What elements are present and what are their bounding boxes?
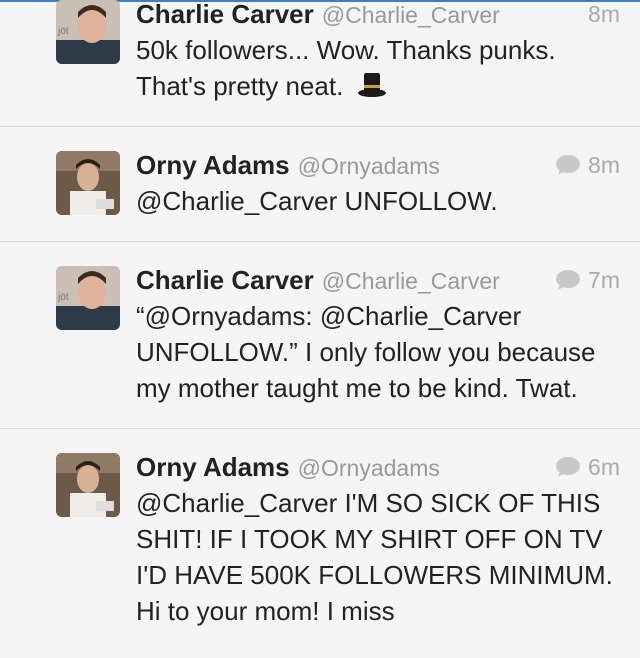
charlie-carver-avatar-icon: jöt bbox=[56, 0, 120, 64]
tweet-text: 50k followers... Wow. Thanks punks. That… bbox=[136, 32, 620, 104]
reply-bubble-icon bbox=[556, 155, 581, 175]
avatar-watermark: jöt bbox=[57, 26, 69, 37]
tweet-header: Charlie Carver @Charlie_Carver 8m bbox=[136, 0, 620, 30]
avatar[interactable]: jöt bbox=[56, 266, 120, 330]
tweet-item[interactable]: Orny Adams @Ornyadams 8m @Charlie_Carver … bbox=[0, 127, 640, 242]
charlie-carver-avatar-icon: jöt bbox=[56, 266, 120, 330]
reply-bubble-icon bbox=[556, 457, 581, 477]
tweet-meta: 6m bbox=[554, 451, 620, 483]
tweet-item[interactable]: Orny Adams @Ornyadams 6m @Charlie_Carver … bbox=[0, 429, 640, 651]
tweet-timeline[interactable]: jöt Charlie Carver @Charlie_Carver 8m 50k… bbox=[0, 0, 640, 651]
timestamp: 6m bbox=[588, 454, 620, 480]
timestamp: 8m bbox=[588, 1, 620, 27]
avatar[interactable] bbox=[56, 453, 120, 517]
timestamp: 7m bbox=[588, 267, 620, 293]
avatar-watermark: jöt bbox=[57, 292, 69, 303]
tweet-header: Charlie Carver @Charlie_Carver 7m bbox=[136, 264, 620, 296]
author-name[interactable]: Orny Adams bbox=[136, 452, 290, 482]
author-name[interactable]: Charlie Carver bbox=[136, 265, 314, 295]
author-name[interactable]: Orny Adams bbox=[136, 150, 290, 180]
tweet-meta: 7m bbox=[554, 264, 620, 296]
author-handle[interactable]: @Charlie_Carver bbox=[322, 2, 500, 28]
orny-adams-avatar-icon bbox=[56, 453, 120, 517]
avatar[interactable]: jöt bbox=[56, 0, 120, 64]
tweet-text: @Charlie_Carver UNFOLLOW. bbox=[136, 186, 498, 216]
author-handle[interactable]: @Ornyadams bbox=[298, 455, 440, 481]
tweet-text: @Charlie_Carver I'M SO SICK OF THIS SHIT… bbox=[136, 488, 613, 626]
avatar[interactable] bbox=[56, 151, 120, 215]
reply-bubble-icon bbox=[556, 270, 581, 290]
author-handle[interactable]: @Charlie_Carver bbox=[322, 268, 500, 294]
orny-adams-avatar-icon bbox=[56, 151, 120, 215]
top-hat-icon bbox=[357, 73, 386, 97]
tweet-body: 50k followers... Wow. Thanks punks. That… bbox=[136, 35, 556, 101]
tweet-item[interactable]: jöt Charlie Carver @Charlie_Carver 8m 50k… bbox=[0, 0, 640, 127]
tweet-meta: 8m bbox=[554, 149, 620, 181]
author-name[interactable]: Charlie Carver bbox=[136, 0, 314, 29]
author-handle[interactable]: @Ornyadams bbox=[298, 153, 440, 179]
tweet-header: Orny Adams @Ornyadams 8m bbox=[136, 149, 620, 181]
tweet-header: Orny Adams @Ornyadams 6m bbox=[136, 451, 620, 483]
tweet-meta: 8m bbox=[588, 0, 620, 30]
tweet-item[interactable]: jöt Charlie Carver @Charlie_Carver 7m “@O… bbox=[0, 242, 640, 429]
tweet-text: “@Ornyadams: @Charlie_Carver UNFOLLOW.” … bbox=[136, 301, 596, 403]
timestamp: 8m bbox=[588, 152, 620, 178]
